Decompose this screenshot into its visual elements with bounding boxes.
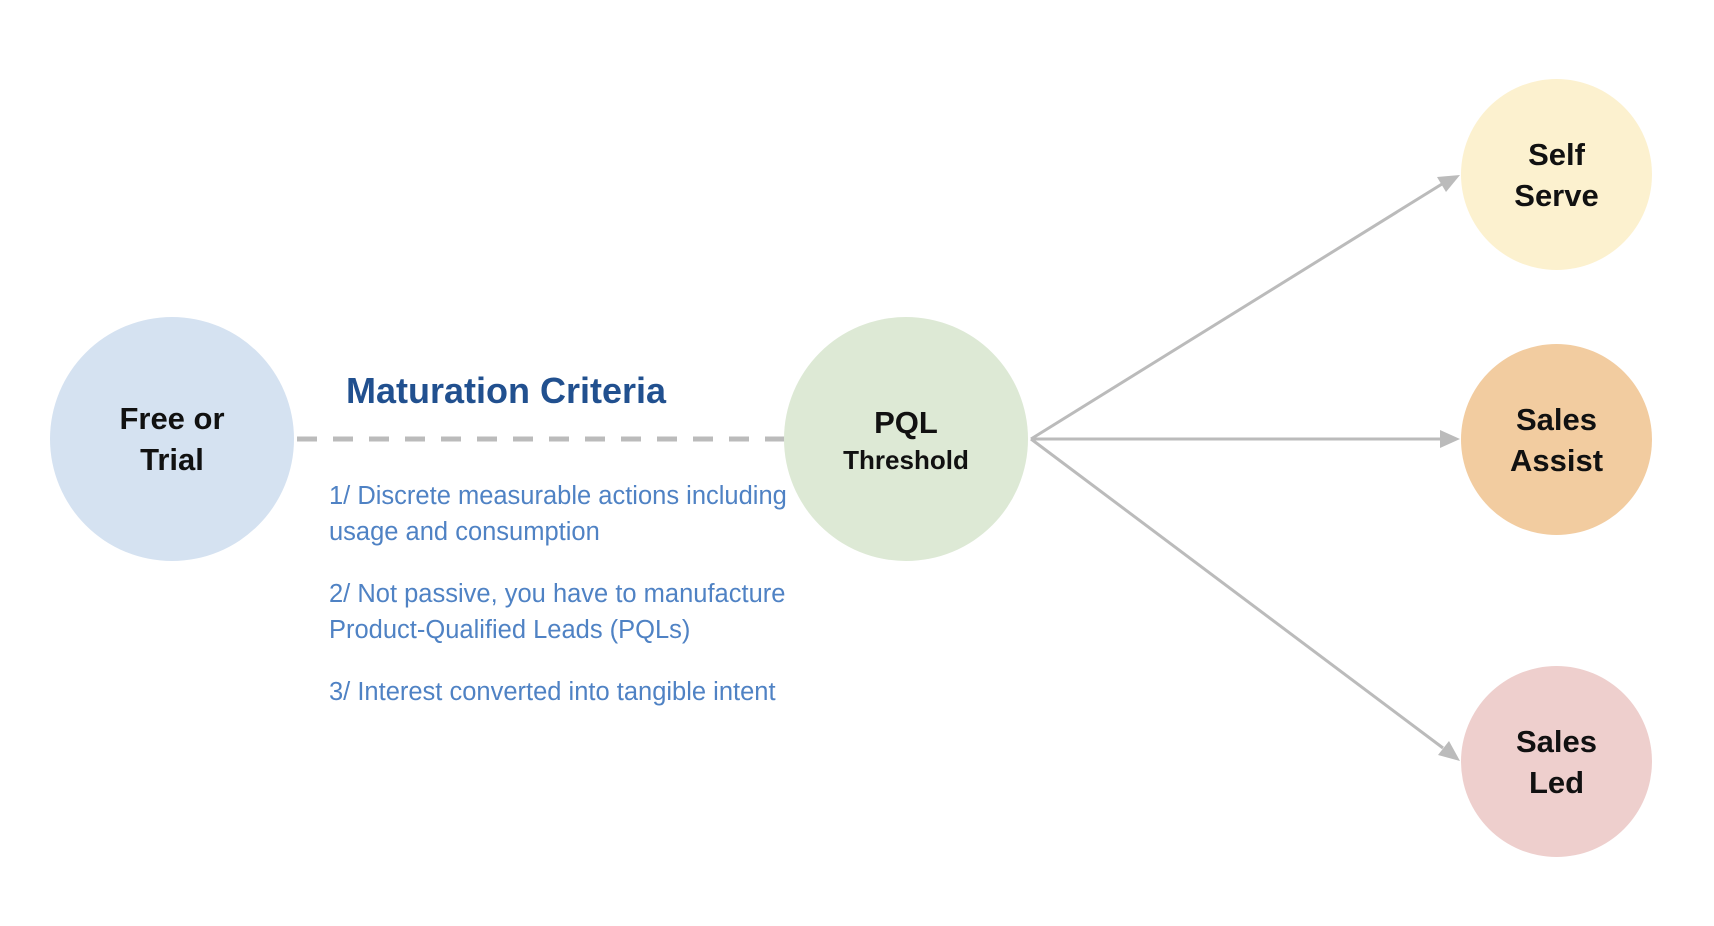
node-label: Serve <box>1514 177 1599 213</box>
node-label: Free or <box>119 401 225 436</box>
node-self-serve: Self Serve <box>1461 79 1652 270</box>
criteria-item: 2/ Not passive, you have to manufacture … <box>329 580 786 644</box>
node-sales-led: Sales Led <box>1461 666 1652 857</box>
node-label: Sales <box>1515 401 1597 437</box>
node-label: Self <box>1528 136 1585 172</box>
node-sales-assist: Sales Assist <box>1461 344 1652 535</box>
criteria-list: 1/ Discrete measurable actions including… <box>329 478 789 736</box>
node-label: PQL <box>874 404 938 440</box>
maturation-criteria-title: Maturation Criteria <box>346 370 667 411</box>
arrowhead-icon <box>1440 430 1460 448</box>
criteria-item: 1/ Discrete measurable actions including… <box>329 482 787 546</box>
node-free-or-trial: Free or Trial <box>50 317 294 561</box>
arrow-to-sales-led <box>1030 437 1444 750</box>
node-label: Led <box>1528 764 1585 800</box>
node-label: Threshold <box>843 444 969 475</box>
node-label: Assist <box>1509 442 1604 478</box>
criteria-item: 3/ Interest converted into tangible inte… <box>329 678 776 706</box>
node-pql-threshold: PQL Threshold <box>784 317 1028 561</box>
node-label: Trial <box>140 442 204 477</box>
node-label: Sales <box>1515 723 1597 759</box>
arrow-to-self-serve <box>1030 182 1443 441</box>
arrowhead-icon <box>1438 741 1460 761</box>
